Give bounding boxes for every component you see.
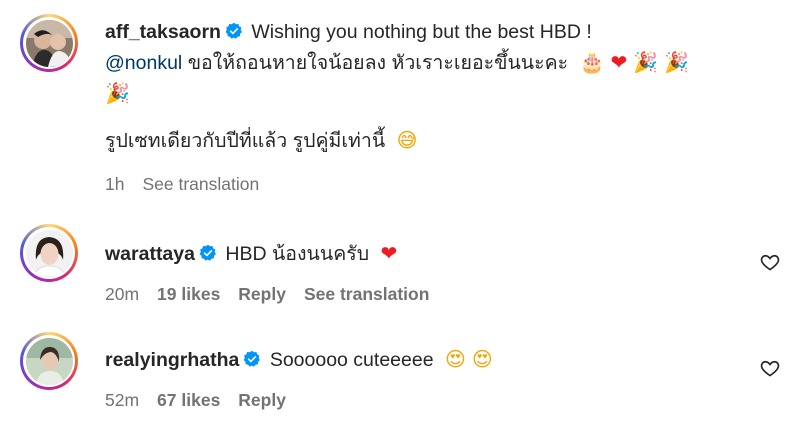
reply-button[interactable]: Reply — [238, 390, 286, 410]
reply-button[interactable]: Reply — [238, 284, 286, 304]
comment-realyingrhatha: realyingrhatha Soooooo cuteeeee 😍 😍 52m 67… — [20, 332, 800, 422]
username[interactable]: warattaya — [105, 243, 195, 265]
red-heart-emoji: ❤ — [380, 241, 398, 265]
mention-link[interactable]: @nonkul — [105, 52, 182, 74]
see-translation-button[interactable]: See translation — [142, 174, 259, 194]
party-popper-emoji: 🎉 — [633, 50, 659, 74]
username[interactable]: realyingrhatha — [105, 349, 239, 371]
heart-outline-icon[interactable] — [760, 358, 780, 378]
grinning-sweat-emoji: 😅 — [396, 128, 418, 152]
comment-aff-taksaorn: aff_taksaorn Wishing you nothing but the… — [20, 14, 800, 194]
likes-count[interactable]: 67 likes — [157, 390, 220, 410]
cake-emoji: 🎂 — [579, 50, 605, 74]
comment-meta: 52m 67 likes Reply — [105, 390, 304, 411]
avatar-aff-taksaorn[interactable] — [20, 14, 78, 72]
comment-text-thai-2: รูปเซทเดียวกับปีที่แล้ว รูปคู่มีเท่านี้ — [105, 130, 386, 152]
comment-text: HBD น้องนนครับ — [225, 243, 370, 265]
comment-body: aff_taksaorn Wishing you nothing but the… — [105, 17, 740, 156]
comment-meta: 20m 19 likes Reply See translation — [105, 284, 447, 305]
comment-meta: 1h See translation — [105, 174, 277, 195]
comment-text-thai: ขอให้ถอนหายใจน้อยลง หัวเราะเยอะขึ้นนะคะ — [187, 52, 569, 74]
verified-badge-icon — [243, 350, 261, 367]
red-heart-emoji: ❤ — [610, 50, 628, 74]
comment-text: Wishing you nothing but the best HBD ! — [251, 21, 592, 43]
likes-count[interactable]: 19 likes — [157, 284, 220, 304]
party-popper-emoji: 🎉 — [664, 50, 690, 74]
heart-eyes-emoji: 😍 — [444, 347, 466, 371]
comment-body: warattaya HBD น้องนนครับ ❤ — [105, 238, 740, 269]
party-popper-emoji: 🎉 — [105, 81, 130, 105]
heart-outline-icon[interactable] — [760, 252, 780, 272]
avatar-realyingrhatha[interactable] — [20, 332, 78, 390]
verified-badge-icon — [199, 244, 216, 261]
comment-body: realyingrhatha Soooooo cuteeeee 😍 😍 — [105, 344, 740, 375]
username[interactable]: aff_taksaorn — [105, 21, 221, 43]
timestamp: 52m — [105, 390, 140, 410]
timestamp: 1h — [105, 174, 125, 194]
heart-eyes-emoji: 😍 — [471, 347, 493, 371]
see-translation-button[interactable]: See translation — [304, 284, 429, 304]
comment-text: Soooooo cuteeeee — [269, 349, 434, 371]
verified-badge-icon — [225, 22, 242, 39]
comment-warattaya: warattaya HBD น้องนนครับ ❤ 20m 19 likes Re… — [20, 224, 800, 314]
avatar-warattaya[interactable] — [20, 224, 78, 282]
timestamp: 20m — [105, 284, 140, 304]
